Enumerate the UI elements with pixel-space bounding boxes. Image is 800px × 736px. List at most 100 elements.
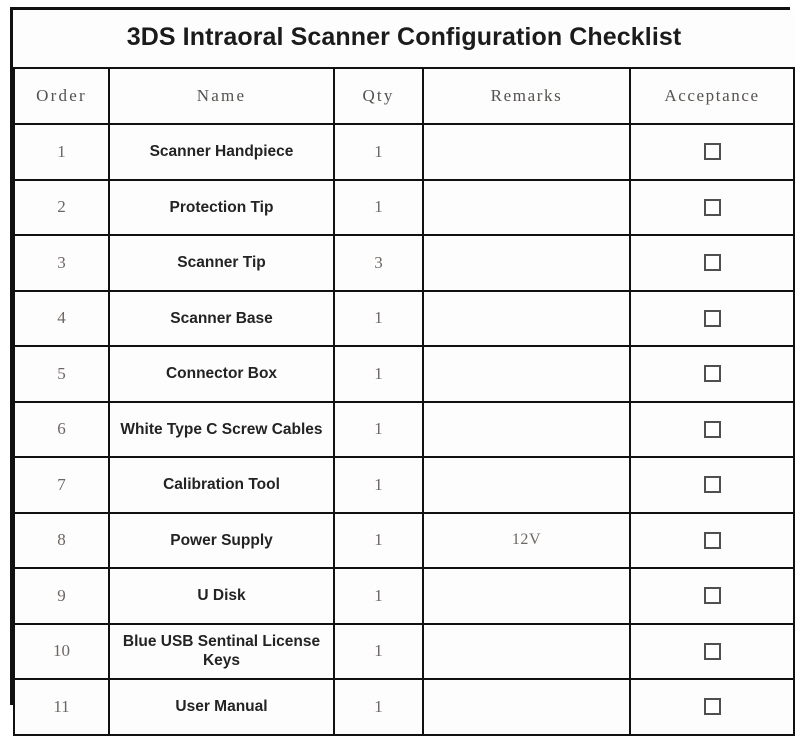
row-quantity-cell: 1 (333, 567, 424, 625)
unchecked-checkbox-icon[interactable] (703, 531, 721, 549)
row-remarks-cell (422, 456, 631, 514)
column-header-qty: Qty (333, 67, 424, 125)
unchecked-checkbox-icon[interactable] (703, 365, 721, 383)
row-remarks-cell: 12V (422, 511, 631, 569)
title-row: 3DS Intraoral Scanner Configuration Chec… (14, 10, 795, 69)
row-remarks-cell (422, 345, 631, 403)
unchecked-checkbox-icon[interactable] (703, 254, 721, 272)
row-quantity-cell: 1 (333, 178, 424, 236)
table-row: 3 Scanner Tip 3 (13, 234, 796, 292)
unchecked-checkbox-icon[interactable] (703, 420, 721, 438)
row-item-name-cell: White Type C Screw Cables (108, 400, 335, 458)
row-quantity-cell: 1 (333, 289, 424, 347)
row-order-number-cell: 8 (13, 511, 110, 569)
configuration-checklist-table: 3DS Intraoral Scanner Configuration Chec… (13, 10, 796, 736)
unchecked-checkbox-icon[interactable] (703, 642, 721, 660)
checklist-page: 3DS Intraoral Scanner Configuration Chec… (0, 0, 800, 736)
row-item-name: U Disk (197, 587, 246, 605)
row-quantity: 1 (374, 585, 383, 605)
page-title: 3DS Intraoral Scanner Configuration Chec… (126, 22, 682, 51)
column-header-acceptance: Acceptance (628, 67, 796, 125)
row-acceptance-cell (628, 178, 796, 236)
acceptance-checkbox-holder (631, 587, 793, 605)
row-item-name: White Type C Screw Cables (120, 420, 323, 438)
row-item-name: Scanner Base (170, 309, 273, 327)
row-order-number-cell: 3 (13, 234, 110, 292)
table-row: 10 Blue USB Sentinal License Keys 1 (13, 622, 796, 680)
row-quantity: 1 (374, 530, 383, 550)
row-item-name-cell: Power Supply (108, 511, 335, 569)
unchecked-checkbox-icon[interactable] (703, 587, 721, 605)
row-acceptance-cell (628, 345, 796, 403)
row-remarks-cell (422, 567, 631, 625)
row-order-number-cell: 10 (13, 622, 110, 680)
row-acceptance-cell (628, 678, 796, 736)
row-order-number: 10 (53, 641, 70, 661)
table-row: 5 Connector Box 1 (13, 345, 796, 403)
row-quantity: 1 (374, 141, 383, 161)
row-item-name: Blue USB Sentinal License Keys (122, 632, 321, 670)
table-row: 4 Scanner Base 1 (13, 289, 796, 347)
row-order-number: 1 (57, 141, 66, 161)
unchecked-checkbox-icon[interactable] (703, 198, 721, 216)
column-header-name: Name (108, 67, 335, 125)
row-acceptance-cell (628, 456, 796, 514)
row-acceptance-cell (628, 567, 796, 625)
row-order-number: 11 (53, 696, 70, 716)
row-acceptance-cell (628, 289, 796, 347)
row-item-name-cell: User Manual (108, 678, 335, 736)
row-order-number-cell: 7 (13, 456, 110, 514)
row-item-name: Protection Tip (169, 198, 274, 216)
row-item-name-cell: Calibration Tool (108, 456, 335, 514)
unchecked-checkbox-icon[interactable] (703, 309, 721, 327)
row-quantity: 1 (374, 419, 383, 439)
row-remarks-cell (422, 400, 631, 458)
column-header-remarks: Remarks (422, 67, 631, 125)
unchecked-checkbox-icon[interactable] (703, 143, 721, 161)
row-order-number-cell: 2 (13, 178, 110, 236)
acceptance-checkbox-holder (631, 143, 793, 161)
column-header-qty-label: Qty (362, 86, 395, 105)
row-quantity-cell: 1 (333, 345, 424, 403)
row-quantity-cell: 1 (333, 456, 424, 514)
row-acceptance-cell (628, 400, 796, 458)
row-item-name: Connector Box (165, 365, 278, 383)
unchecked-checkbox-icon[interactable] (703, 476, 721, 494)
row-order-number: 5 (57, 363, 66, 383)
row-acceptance-cell (628, 511, 796, 569)
column-header-acceptance-label: Acceptance (664, 86, 760, 105)
row-item-name-cell: Scanner Tip (108, 234, 335, 292)
checklist-table-container: 3DS Intraoral Scanner Configuration Chec… (10, 7, 796, 736)
row-order-number-cell: 11 (13, 678, 110, 736)
row-quantity: 1 (374, 197, 383, 217)
row-order-number: 9 (57, 585, 66, 605)
row-quantity-cell: 1 (333, 622, 424, 680)
row-remarks-cell (422, 123, 631, 181)
acceptance-checkbox-holder (631, 642, 793, 660)
checklist-table-body: 3DS Intraoral Scanner Configuration Chec… (13, 10, 796, 736)
acceptance-checkbox-holder (631, 420, 793, 438)
row-remarks-cell (422, 178, 631, 236)
row-item-name: Scanner Tip (177, 254, 266, 272)
row-item-name-cell: Scanner Base (108, 289, 335, 347)
row-quantity-cell: 1 (333, 400, 424, 458)
row-quantity: 1 (374, 641, 383, 661)
row-remarks-cell (422, 234, 631, 292)
unchecked-checkbox-icon[interactable] (703, 698, 721, 716)
column-header-remarks-label: Remarks (490, 86, 563, 105)
row-quantity-cell: 1 (333, 678, 424, 736)
row-order-number-cell: 1 (13, 123, 110, 181)
row-acceptance-cell (628, 234, 796, 292)
row-remarks-cell (422, 678, 631, 736)
row-quantity: 1 (374, 474, 383, 494)
row-item-name-cell: Scanner Handpiece (108, 123, 335, 181)
column-header-order-label: Order (36, 86, 87, 105)
row-order-number-cell: 9 (13, 567, 110, 625)
acceptance-checkbox-holder (631, 365, 793, 383)
column-header-order: Order (13, 67, 110, 125)
row-quantity-cell: 3 (333, 234, 424, 292)
row-item-name: Scanner Handpiece (149, 143, 294, 161)
row-quantity: 3 (374, 252, 383, 272)
table-row: 6 White Type C Screw Cables 1 (13, 400, 796, 458)
row-order-number: 7 (57, 474, 66, 494)
